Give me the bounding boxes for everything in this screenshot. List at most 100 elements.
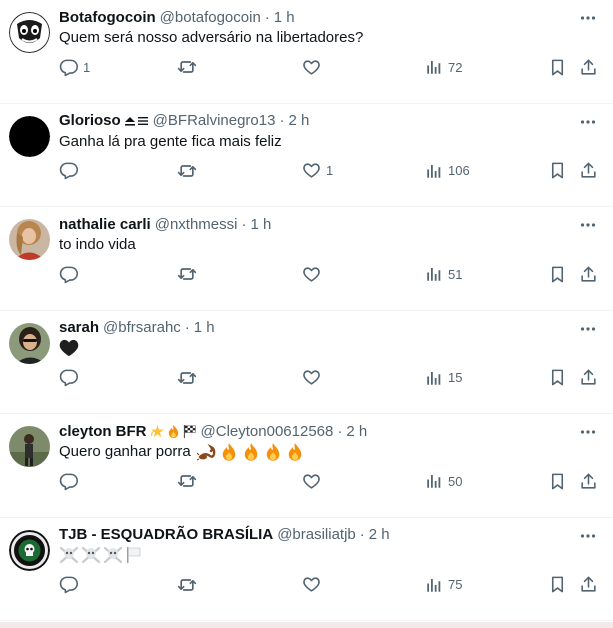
avatar[interactable] bbox=[9, 426, 50, 467]
share-button[interactable] bbox=[579, 470, 598, 492]
views-chart-icon bbox=[425, 472, 443, 490]
heart-icon bbox=[302, 575, 321, 594]
reply-button[interactable] bbox=[59, 160, 83, 182]
views-button[interactable]: 75 bbox=[425, 574, 462, 596]
like-button[interactable] bbox=[302, 470, 326, 492]
views-button[interactable]: 51 bbox=[425, 263, 462, 285]
display-name[interactable]: Glorioso bbox=[59, 112, 121, 129]
share-button[interactable] bbox=[579, 367, 598, 389]
bookmark-button[interactable] bbox=[548, 470, 567, 492]
avatar[interactable] bbox=[9, 115, 50, 157]
timestamp[interactable]: 2 h bbox=[288, 112, 309, 129]
more-options-icon[interactable] bbox=[578, 422, 598, 442]
share-button[interactable] bbox=[579, 56, 598, 78]
reply-icon bbox=[59, 58, 78, 77]
bookmark-button[interactable] bbox=[548, 263, 567, 285]
bookmark-icon bbox=[548, 575, 567, 594]
display-name[interactable]: cleyton BFR bbox=[59, 423, 147, 440]
like-button[interactable] bbox=[302, 367, 326, 389]
timestamp[interactable]: 1 h bbox=[250, 216, 271, 233]
reply-button[interactable] bbox=[59, 367, 83, 389]
views-button[interactable]: 50 bbox=[425, 470, 462, 492]
action-bar: 15 bbox=[59, 367, 598, 389]
avatar[interactable] bbox=[9, 12, 50, 53]
retweet-button[interactable] bbox=[177, 470, 202, 492]
user-handle[interactable]: @brasiliatjb bbox=[277, 526, 356, 543]
avatar[interactable] bbox=[9, 529, 50, 571]
bookmark-button[interactable] bbox=[548, 160, 567, 182]
more-options-icon[interactable] bbox=[578, 215, 598, 235]
tweet-reply[interactable]: nathalie carli @nxthmessi · 1 h to indo … bbox=[0, 207, 613, 311]
fire-icon bbox=[285, 442, 305, 462]
share-button[interactable] bbox=[579, 160, 598, 182]
view-count: 51 bbox=[448, 266, 463, 282]
black-circle-avatar bbox=[9, 115, 50, 157]
bookmark-button[interactable] bbox=[548, 56, 567, 78]
user-handle[interactable]: @BFRalvinegro13 bbox=[153, 112, 276, 129]
avatar[interactable] bbox=[9, 322, 50, 364]
tweet-reply[interactable]: cleyton BFR @Cleyton00612568 · 2 h Quero… bbox=[0, 414, 613, 518]
fire-icon bbox=[263, 442, 283, 462]
like-button[interactable] bbox=[302, 574, 326, 596]
retweet-button[interactable] bbox=[177, 56, 202, 78]
heart-icon bbox=[302, 265, 321, 284]
checkered-flag-icon bbox=[183, 424, 196, 438]
timestamp[interactable]: 1 h bbox=[274, 9, 295, 26]
reply-button[interactable] bbox=[59, 263, 83, 285]
more-options-icon[interactable] bbox=[578, 112, 598, 132]
display-name[interactable]: sarah bbox=[59, 319, 99, 336]
views-button[interactable]: 15 bbox=[425, 367, 462, 389]
tweet-text bbox=[59, 339, 593, 357]
tweet-reply[interactable]: Botafogocoin @botafogocoin · 1 h Quem se… bbox=[0, 0, 613, 104]
bookmark-button[interactable] bbox=[548, 574, 567, 596]
user-handle[interactable]: @bfrsarahc bbox=[103, 319, 181, 336]
timestamp[interactable]: 2 h bbox=[369, 526, 390, 543]
views-button[interactable]: 106 bbox=[425, 160, 470, 182]
retweet-button[interactable] bbox=[177, 574, 202, 596]
fire-icon bbox=[168, 424, 178, 438]
bookmark-button[interactable] bbox=[548, 367, 567, 389]
tweet-reply[interactable]: Glorioso @BFRalvinegro13 · 2 h Ganha lá … bbox=[0, 104, 613, 207]
like-count: 1 bbox=[326, 163, 334, 178]
botafogo-coin-logo-icon bbox=[9, 12, 50, 53]
share-button[interactable] bbox=[579, 263, 598, 285]
display-name[interactable]: TJB - ESQUADRÃO BRASÍLIA bbox=[59, 526, 273, 543]
reply-icon bbox=[59, 368, 78, 387]
heart-icon bbox=[302, 58, 321, 77]
view-count: 72 bbox=[448, 59, 463, 75]
views-button[interactable]: 72 bbox=[425, 56, 462, 78]
retweet-button[interactable] bbox=[177, 160, 202, 182]
timestamp[interactable]: 2 h bbox=[346, 423, 367, 440]
view-count: 106 bbox=[448, 163, 470, 178]
reply-count: 1 bbox=[83, 59, 91, 75]
tweet-reply[interactable]: TJB - ESQUADRÃO BRASÍLIA @brasiliatjb · … bbox=[0, 518, 613, 621]
share-icon bbox=[579, 575, 598, 594]
timestamp[interactable]: 1 h bbox=[194, 319, 215, 336]
tweet-text bbox=[59, 546, 593, 564]
share-button[interactable] bbox=[579, 574, 598, 596]
user-handle[interactable]: @botafogocoin bbox=[160, 9, 261, 26]
views-chart-icon bbox=[425, 576, 443, 594]
display-name[interactable]: Botafogocoin bbox=[59, 9, 156, 26]
retweet-icon bbox=[177, 575, 197, 595]
more-options-icon[interactable] bbox=[578, 8, 598, 28]
display-name[interactable]: nathalie carli bbox=[59, 216, 151, 233]
user-handle[interactable]: @nxthmessi bbox=[155, 216, 238, 233]
like-button[interactable] bbox=[302, 56, 326, 78]
separator-dot: · bbox=[241, 215, 247, 233]
reply-button[interactable] bbox=[59, 470, 83, 492]
separator-dot: · bbox=[359, 526, 365, 543]
reply-button[interactable] bbox=[59, 574, 83, 596]
white-flag-icon bbox=[125, 546, 143, 564]
skull-crossbones-icon bbox=[81, 546, 101, 564]
retweet-button[interactable] bbox=[177, 263, 202, 285]
more-options-icon[interactable] bbox=[578, 319, 598, 339]
like-button[interactable] bbox=[302, 263, 326, 285]
user-handle[interactable]: @Cleyton00612568 bbox=[201, 423, 334, 440]
retweet-button[interactable] bbox=[177, 367, 202, 389]
more-options-icon[interactable] bbox=[578, 526, 598, 546]
reply-button[interactable]: 1 bbox=[59, 56, 90, 78]
avatar[interactable] bbox=[9, 219, 50, 260]
tweet-reply[interactable]: sarah @bfrsarahc · 1 h 15 bbox=[0, 311, 613, 414]
like-button[interactable]: 1 bbox=[302, 160, 333, 182]
